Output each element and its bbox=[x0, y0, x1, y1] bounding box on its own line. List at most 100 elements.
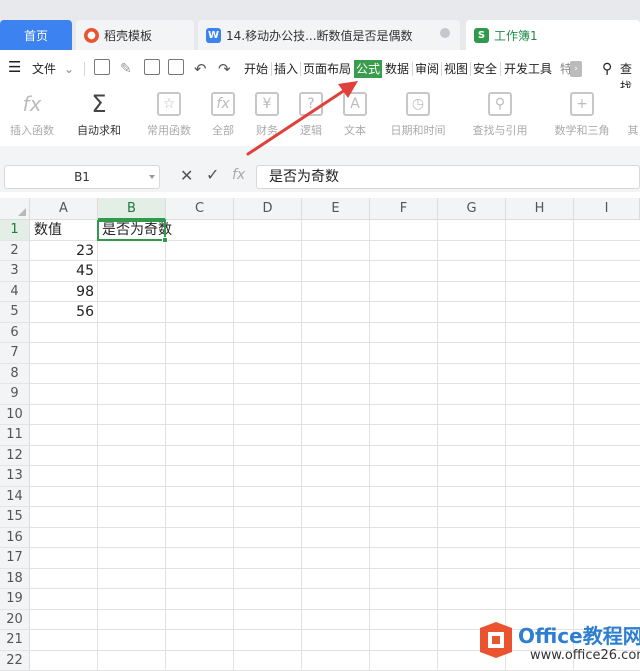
row-gridline bbox=[30, 485, 640, 487]
common-functions-button[interactable]: ☆ 常用函数 bbox=[138, 92, 200, 142]
menu-review[interactable]: 审阅 bbox=[415, 60, 439, 78]
column-header-c[interactable]: C bbox=[166, 198, 234, 220]
row-gridline bbox=[30, 465, 640, 466]
tab-workbook[interactable]: S 工作簿1 bbox=[466, 20, 640, 50]
cell-a3[interactable]: 45 bbox=[31, 261, 97, 281]
menu-data[interactable]: 数据 bbox=[385, 60, 409, 78]
cell-a2[interactable]: 23 bbox=[31, 241, 97, 261]
watermark: Office教程网 www.office26.com bbox=[478, 618, 640, 668]
row-header-19[interactable]: 19 bbox=[0, 589, 30, 610]
all-functions-button[interactable]: fx 全部 bbox=[204, 92, 242, 142]
row-header-9[interactable]: 9 bbox=[0, 384, 30, 405]
formula-bar: B1 ✕ ✓ fx 是否为奇数 bbox=[0, 162, 640, 192]
menu-view[interactable]: 视图 bbox=[444, 60, 468, 78]
row-header-17[interactable]: 17 bbox=[0, 548, 30, 569]
tab-home[interactable]: 首页 bbox=[0, 20, 72, 50]
tab-document-label: 14.移动办公技...断数值是否是偶数 bbox=[226, 28, 413, 43]
autosum-button[interactable]: Σ 自动求和 bbox=[68, 92, 130, 142]
row-header-4[interactable]: 4 bbox=[0, 281, 30, 302]
row-header-13[interactable]: 13 bbox=[0, 466, 30, 487]
row-header-15[interactable]: 15 bbox=[0, 507, 30, 528]
format-painter-icon[interactable]: ✎ bbox=[120, 60, 132, 78]
watermark-title: Office教程网 bbox=[518, 624, 640, 648]
row-gridline bbox=[30, 608, 640, 610]
column-header-a[interactable]: A bbox=[30, 198, 98, 220]
row-gridline bbox=[30, 362, 640, 364]
row-header-12[interactable]: 12 bbox=[0, 445, 30, 466]
fx-box-icon: fx bbox=[211, 92, 235, 116]
chevron-down-icon[interactable]: ⌄ bbox=[64, 60, 74, 78]
chevron-down-icon[interactable] bbox=[149, 175, 155, 179]
chevron-right-icon[interactable]: › bbox=[570, 61, 582, 77]
column-header-b[interactable]: B bbox=[98, 198, 166, 220]
date-time-button[interactable]: ◷ 日期和时间 bbox=[380, 92, 456, 142]
row-header-5[interactable]: 5 bbox=[0, 302, 30, 323]
sigma-icon: Σ bbox=[91, 90, 107, 118]
tab-workbook-label: 工作簿1 bbox=[494, 28, 538, 43]
row-gridline bbox=[30, 321, 640, 323]
row-header-14[interactable]: 14 bbox=[0, 486, 30, 507]
tab-daoke[interactable]: ● 稻壳模板 bbox=[76, 20, 194, 50]
row-header-22[interactable]: 22 bbox=[0, 650, 30, 671]
insert-function-button[interactable]: fx 插入函数 bbox=[4, 92, 60, 142]
column-header-e[interactable]: E bbox=[302, 198, 370, 220]
name-box[interactable]: B1 bbox=[4, 165, 160, 189]
row-header-20[interactable]: 20 bbox=[0, 609, 30, 630]
formula-input[interactable]: 是否为奇数 bbox=[256, 165, 640, 189]
select-all-corner[interactable] bbox=[0, 198, 30, 220]
column-header-i[interactable]: I bbox=[574, 198, 640, 220]
column-header-g[interactable]: G bbox=[438, 198, 506, 220]
tab-document[interactable]: W 14.移动办公技...断数值是否是偶数 bbox=[198, 20, 460, 50]
fx-icon[interactable]: fx bbox=[232, 167, 245, 183]
row-header-21[interactable]: 21 bbox=[0, 630, 30, 651]
tab-daoke-label: 稻壳模板 bbox=[104, 28, 153, 43]
menu-developer[interactable]: 开发工具 bbox=[504, 60, 552, 78]
hamburger-icon[interactable]: ☰ bbox=[8, 58, 21, 76]
function-icon: fx bbox=[22, 92, 42, 116]
print-icon[interactable] bbox=[144, 59, 160, 75]
cancel-icon[interactable]: ✕ bbox=[180, 166, 193, 185]
column-header-h[interactable]: H bbox=[506, 198, 574, 220]
row-header-18[interactable]: 18 bbox=[0, 568, 30, 589]
fill-handle[interactable] bbox=[162, 237, 168, 243]
column-gridline bbox=[505, 220, 506, 671]
row-header-6[interactable]: 6 bbox=[0, 322, 30, 343]
redo-icon[interactable]: ↷ bbox=[218, 60, 231, 78]
column-header-d[interactable]: D bbox=[234, 198, 302, 220]
row-header-1[interactable]: 1 bbox=[0, 220, 30, 241]
math-trig-button[interactable]: + 数学和三角 bbox=[544, 92, 620, 142]
row-header-10[interactable]: 10 bbox=[0, 404, 30, 425]
save-icon[interactable] bbox=[94, 59, 110, 75]
tab-bar: 首页 ● 稻壳模板 W 14.移动办公技...断数值是否是偶数 S 工作簿1 bbox=[0, 0, 640, 50]
menu-file[interactable]: 文件 bbox=[32, 60, 56, 78]
print-preview-icon[interactable] bbox=[168, 59, 184, 75]
row-header-8[interactable]: 8 bbox=[0, 363, 30, 384]
annotation-arrow bbox=[246, 81, 358, 156]
row-gridline bbox=[30, 588, 640, 589]
row-gridline bbox=[30, 444, 640, 446]
clock-icon: ◷ bbox=[406, 92, 430, 116]
row-header-11[interactable]: 11 bbox=[0, 425, 30, 446]
word-doc-icon: W bbox=[206, 27, 221, 43]
menu-search[interactable]: 查找 bbox=[620, 60, 640, 94]
row-header-7[interactable]: 7 bbox=[0, 343, 30, 364]
menu-security[interactable]: 安全 bbox=[473, 60, 497, 78]
column-gridline bbox=[233, 220, 234, 671]
column-header-f[interactable]: F bbox=[370, 198, 438, 220]
active-cell-border bbox=[97, 220, 166, 241]
undo-icon[interactable]: ↶ bbox=[194, 60, 207, 78]
row-header-2[interactable]: 2 bbox=[0, 240, 30, 261]
spreadsheet-grid[interactable]: A B C D E F G H I 1 2 3 4 5 6 7 8 9 10 11 12 13 14 15 1… bbox=[0, 198, 640, 671]
row-header-16[interactable]: 16 bbox=[0, 527, 30, 548]
check-icon[interactable]: ✓ bbox=[206, 165, 219, 184]
cell-a4[interactable]: 98 bbox=[31, 282, 97, 302]
cell-a1[interactable]: 数值 bbox=[31, 220, 97, 240]
tab-close-icon[interactable] bbox=[440, 28, 450, 38]
other-functions-button[interactable]: 其 bbox=[626, 92, 640, 142]
row-header-3[interactable]: 3 bbox=[0, 261, 30, 282]
lookup-reference-button[interactable]: ⚲ 查找与引用 bbox=[462, 92, 538, 142]
cell-a5[interactable]: 56 bbox=[31, 302, 97, 322]
column-gridline bbox=[97, 220, 98, 671]
search-icon[interactable]: ⚲ bbox=[602, 60, 612, 78]
star-function-icon: ☆ bbox=[157, 92, 181, 116]
